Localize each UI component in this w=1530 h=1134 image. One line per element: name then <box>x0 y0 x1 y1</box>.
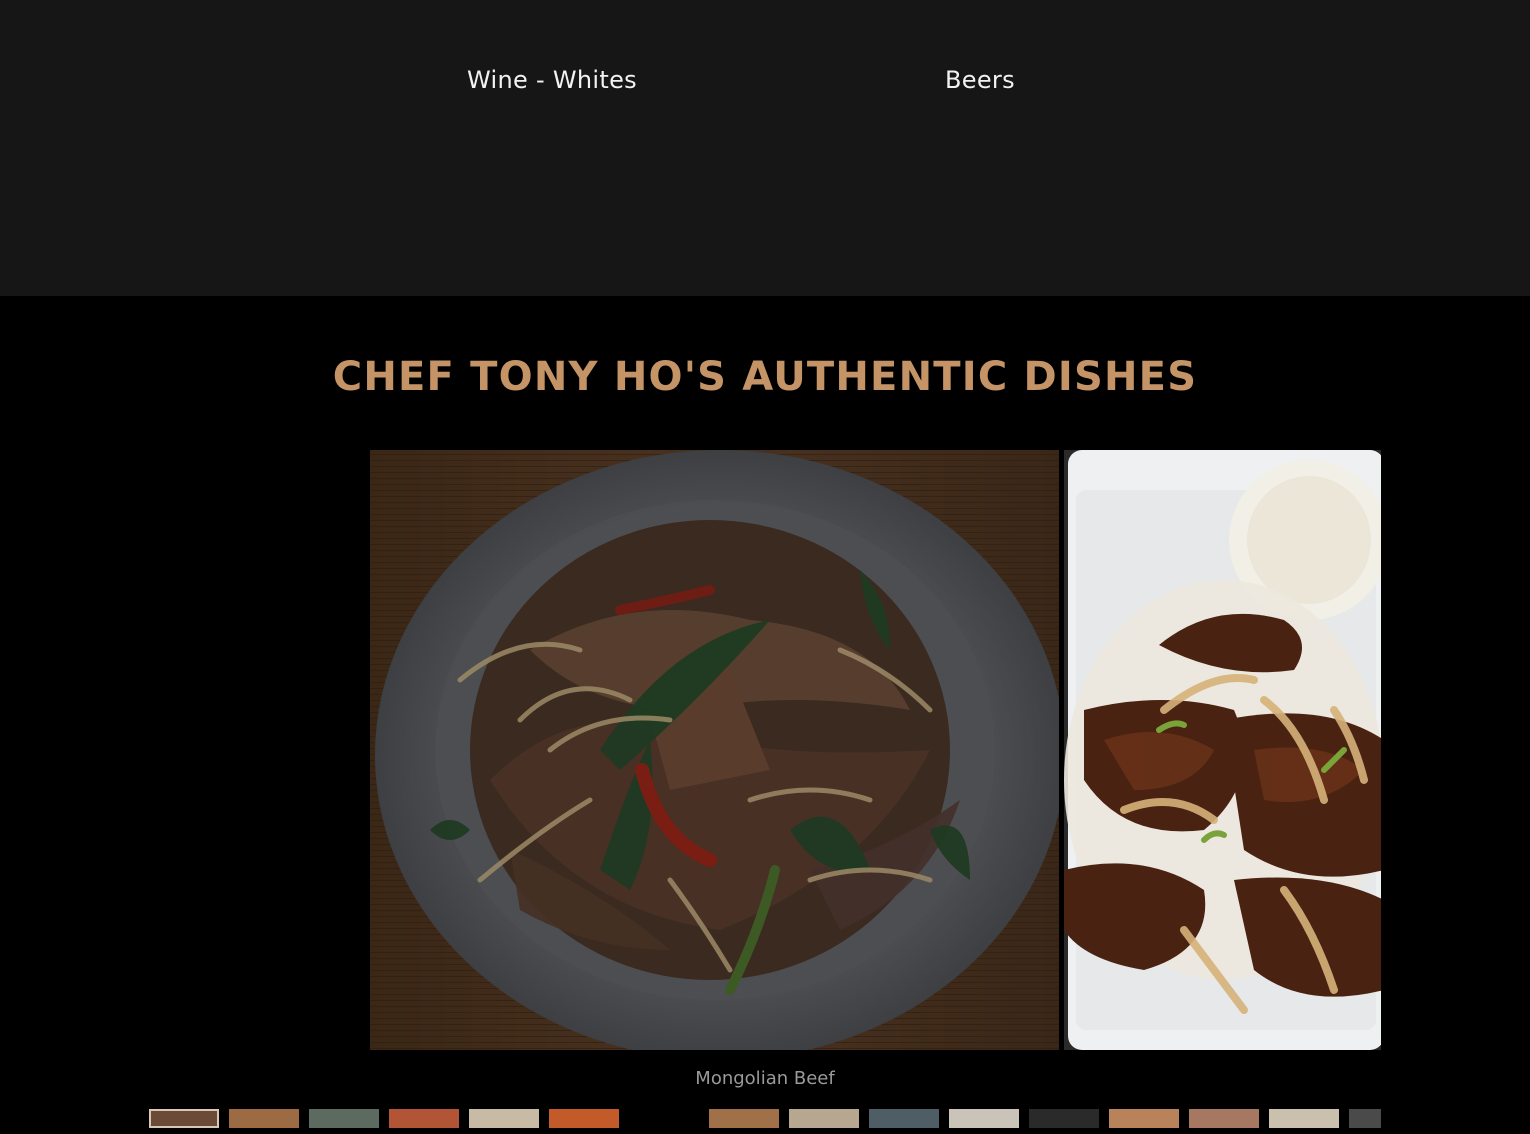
carousel-slide-next[interactable] <box>1064 450 1381 1050</box>
thumbnail-10[interactable] <box>869 1109 939 1128</box>
thumbnail-12[interactable] <box>1029 1109 1099 1128</box>
thumbnail-8[interactable] <box>709 1109 779 1128</box>
dish-carousel[interactable] <box>370 450 1381 1050</box>
drinks-menu-band: Wine - Whites Beers <box>0 0 1530 296</box>
thumbnail-4[interactable] <box>389 1109 459 1128</box>
menu-category-beers[interactable]: Beers <box>945 66 1015 94</box>
thumbnail-16[interactable] <box>1349 1109 1381 1128</box>
thumbnail-2[interactable] <box>229 1109 299 1128</box>
thumbnail-6[interactable] <box>549 1109 619 1128</box>
thumbnail-strip <box>149 1109 1381 1128</box>
authentic-dishes-section: CHEF TONY HO'S AUTHENTIC DISHES Mongolia… <box>0 296 1530 1134</box>
dish-photo-stir-fry <box>370 450 1059 1050</box>
slide-caption: Mongolian Beef <box>695 1068 835 1089</box>
thumbnail-11[interactable] <box>949 1109 1019 1128</box>
thumbnail-13[interactable] <box>1109 1109 1179 1128</box>
thumbnail-5[interactable] <box>469 1109 539 1128</box>
thumbnail-9[interactable] <box>789 1109 859 1128</box>
carousel-slide-current[interactable] <box>370 450 1059 1050</box>
dish-photo-beef-rice <box>1064 450 1381 1050</box>
thumbnail-3[interactable] <box>309 1109 379 1128</box>
menu-category-wine-whites[interactable]: Wine - Whites <box>467 66 637 94</box>
thumbnail-7[interactable] <box>629 1109 699 1128</box>
section-title: CHEF TONY HO'S AUTHENTIC DISHES <box>332 354 1198 400</box>
thumbnail-14[interactable] <box>1189 1109 1259 1128</box>
thumbnail-1[interactable] <box>149 1109 219 1128</box>
thumbnail-15[interactable] <box>1269 1109 1339 1128</box>
